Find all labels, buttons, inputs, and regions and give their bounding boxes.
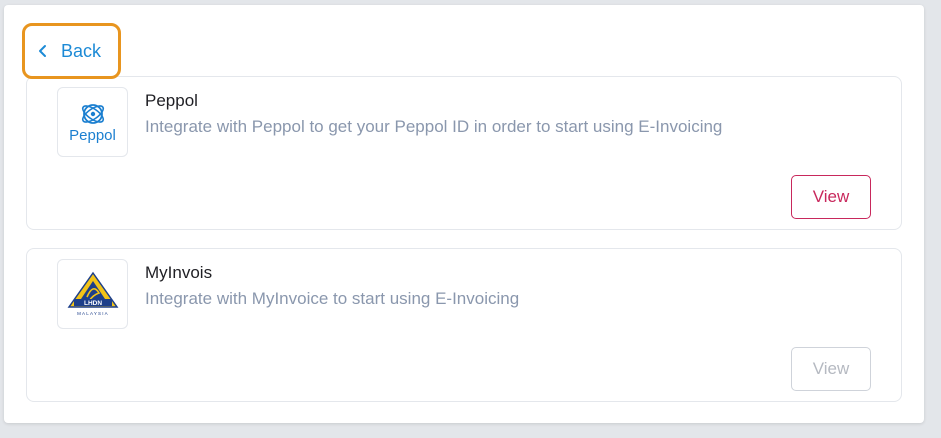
lhdn-logo: LHDN MALAYSIA [57, 259, 128, 329]
view-button-peppol[interactable]: View [791, 175, 871, 219]
lhdn-logo-subtext: MALAYSIA [77, 311, 109, 316]
back-button[interactable]: Back [22, 23, 121, 79]
lhdn-emblem-icon: LHDN MALAYSIA [67, 271, 118, 316]
peppol-globe-icon [81, 103, 104, 124]
view-button-myinvois[interactable]: View [791, 347, 871, 391]
integration-title: Peppol [145, 91, 198, 110]
integrations-panel: Back Peppol Peppol Integrate with Peppol… [4, 5, 924, 423]
integration-title: MyInvois [145, 263, 213, 282]
peppol-logo-text: Peppol [69, 126, 116, 144]
back-label: Back [61, 40, 102, 61]
integration-card-peppol: Peppol Peppol Integrate with Peppol to g… [26, 76, 902, 230]
chevron-left-icon [36, 44, 50, 58]
lhdn-logo-text: LHDN [83, 300, 101, 307]
peppol-logo: Peppol [57, 87, 128, 157]
integration-description: Integrate with Peppol to get your Peppol… [145, 117, 723, 136]
integration-description: Integrate with MyInvoice to start using … [145, 289, 520, 308]
integration-card-myinvois: LHDN MALAYSIA MyInvois Integrate with My… [26, 248, 902, 402]
